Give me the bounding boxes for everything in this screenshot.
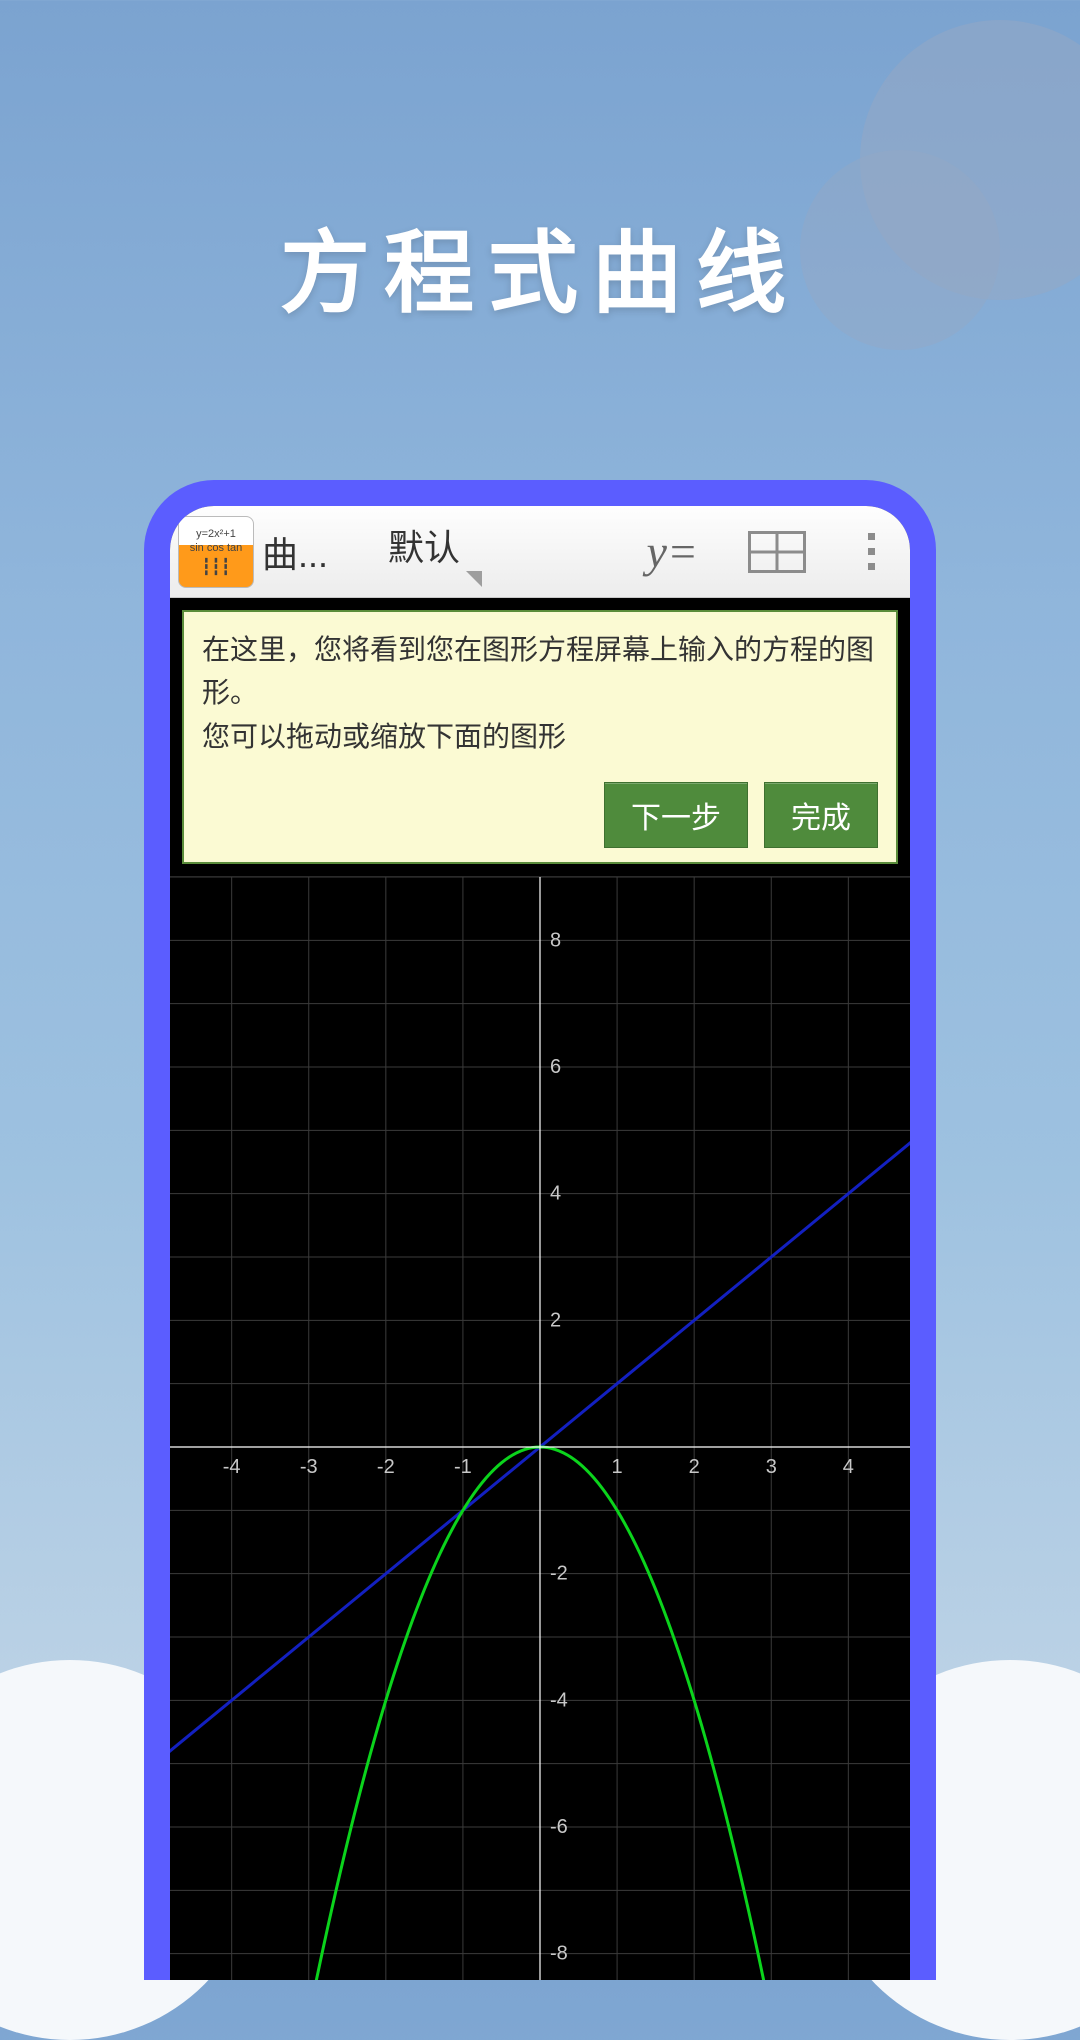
app-screen: y=2x²+1 sin cos tan ┇┇┇ 曲... 默认 y= 在这里，您… xyxy=(170,506,910,1980)
svg-text:1: 1 xyxy=(612,1456,623,1478)
y-equals-button[interactable]: y= xyxy=(647,525,698,578)
graph-svg: -4 -3 -2 -1 1 2 3 4 -8 -6 -4 -2 2 4 6 8 xyxy=(170,877,910,1980)
svg-text:4: 4 xyxy=(843,1456,854,1478)
chevron-down-icon xyxy=(466,571,482,587)
done-button[interactable]: 完成 xyxy=(764,782,878,848)
svg-text:-2: -2 xyxy=(377,1456,395,1478)
svg-text:-8: -8 xyxy=(550,1943,568,1965)
svg-text:3: 3 xyxy=(766,1456,777,1478)
svg-text:2: 2 xyxy=(550,1310,561,1332)
app-icon-line1: y=2x²+1 xyxy=(196,528,236,540)
next-button[interactable]: 下一步 xyxy=(604,782,748,848)
svg-text:-4: -4 xyxy=(223,1456,241,1478)
svg-text:-4: -4 xyxy=(550,1690,568,1712)
hint-line2: 您可以拖动或缩放下面的图形 xyxy=(202,715,878,758)
svg-text:-6: -6 xyxy=(550,1816,568,1838)
svg-text:6: 6 xyxy=(550,1056,561,1078)
table-icon[interactable] xyxy=(748,531,806,573)
svg-text:2: 2 xyxy=(689,1456,700,1478)
app-icon-dots: ┇┇┇ xyxy=(202,560,231,576)
svg-text:-2: -2 xyxy=(550,1563,568,1585)
svg-text:-3: -3 xyxy=(300,1456,318,1478)
kebab-menu-icon[interactable] xyxy=(856,533,886,570)
hero-title: 方程式曲线 xyxy=(0,200,1080,330)
svg-text:-1: -1 xyxy=(454,1456,472,1478)
toolbar-dropdown[interactable]: 默认 xyxy=(388,506,482,597)
app-icon[interactable]: y=2x²+1 sin cos tan ┇┇┇ xyxy=(178,516,254,588)
phone-frame: y=2x²+1 sin cos tan ┇┇┇ 曲... 默认 y= 在这里，您… xyxy=(144,480,936,1980)
hint-panel: 在这里，您将看到您在图形方程屏幕上输入的方程的图形。 您可以拖动或缩放下面的图形… xyxy=(182,610,898,864)
toolbar-dropdown-label: 默认 xyxy=(388,519,460,591)
hint-line1: 在这里，您将看到您在图形方程屏幕上输入的方程的图形。 xyxy=(202,628,878,715)
toolbar-title: 曲... xyxy=(262,526,328,578)
app-toolbar: y=2x²+1 sin cos tan ┇┇┇ 曲... 默认 y= xyxy=(170,506,910,598)
svg-text:8: 8 xyxy=(550,930,561,952)
app-icon-line2: sin cos tan xyxy=(190,542,243,554)
svg-text:4: 4 xyxy=(550,1183,561,1205)
graph-canvas[interactable]: -4 -3 -2 -1 1 2 3 4 -8 -6 -4 -2 2 4 6 8 xyxy=(170,876,910,1980)
